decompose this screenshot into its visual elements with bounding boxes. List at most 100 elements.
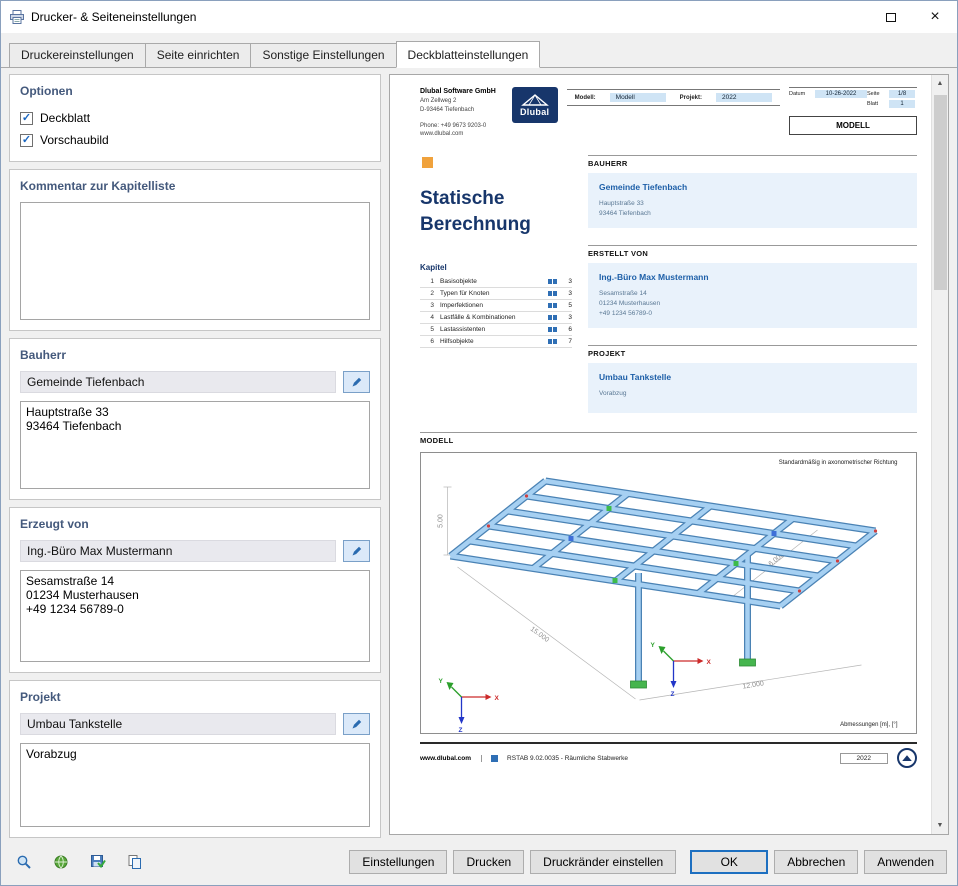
axis-x-label: X bbox=[495, 695, 500, 702]
page-body: Statische Berechnung Kapitel 1 Basisobjek… bbox=[420, 154, 917, 430]
dim-width: 12.000 bbox=[742, 681, 764, 691]
bauherr-edit-button[interactable] bbox=[343, 371, 370, 393]
comment-group: Kommentar zur Kapitelliste bbox=[9, 169, 381, 331]
cancel-button[interactable]: Abbrechen bbox=[774, 850, 859, 874]
dlubal-round-logo bbox=[897, 748, 917, 769]
chapter-icon bbox=[548, 279, 552, 285]
projekt-name-input[interactable] bbox=[20, 713, 336, 735]
sheet-number: 1 bbox=[889, 100, 915, 108]
tab-seite-einrichten[interactable]: Seite einrichten bbox=[144, 43, 252, 67]
bauherr-group: Bauherr Hauptstraße 33 93464 Tiefenbach bbox=[9, 338, 381, 500]
section-erstellt-von: ERSTELLT VON Ing.-Büro Max Mustermann Se… bbox=[588, 245, 917, 329]
check-icon: ✓ bbox=[21, 133, 32, 146]
check-icon: ✓ bbox=[21, 111, 32, 124]
comment-title: Kommentar zur Kapitelliste bbox=[20, 179, 176, 193]
checkbox-deckblatt[interactable]: ✓ Deckblatt bbox=[20, 107, 370, 129]
dim-height: 5.00 bbox=[438, 514, 445, 528]
close-icon: × bbox=[930, 8, 940, 25]
pencil-icon bbox=[352, 377, 361, 387]
print-margins-button[interactable]: Druckränder einstellen bbox=[530, 850, 677, 874]
chapter-icon bbox=[548, 315, 552, 321]
column-support bbox=[630, 680, 647, 689]
tab-druckereinstellungen[interactable]: Druckereinstellungen bbox=[9, 43, 146, 67]
checkbox-vorschaubild[interactable]: ✓ Vorschaubild bbox=[20, 129, 370, 151]
titlebar: Drucker- & Seiteneinstellungen × bbox=[1, 1, 957, 33]
projekt-group: Projekt Vorabzug bbox=[9, 680, 381, 838]
copy-button[interactable] bbox=[122, 850, 148, 874]
axis-y-label: Y bbox=[439, 678, 444, 685]
magnifier-icon bbox=[17, 855, 31, 869]
globe-button[interactable] bbox=[48, 850, 74, 874]
copy-icon bbox=[128, 855, 141, 869]
main-area: Optionen ✓ Deckblatt ✓ Vorschaubild Komm… bbox=[1, 68, 957, 839]
print-page-settings-dialog: Drucker- & Seiteneinstellungen × Drucker… bbox=[0, 0, 958, 886]
dialog-footer: Einstellungen Drucken Druckränder einste… bbox=[1, 839, 957, 885]
save-icon bbox=[91, 855, 106, 869]
chapter-row: 5 Lastassistenten 6 bbox=[420, 324, 572, 337]
tab-sonstige-einstellungen[interactable]: Sonstige Einstellungen bbox=[250, 43, 397, 67]
settings-panel: Optionen ✓ Deckblatt ✓ Vorschaubild Komm… bbox=[9, 74, 381, 838]
checkbox-deckblatt-label: Deckblatt bbox=[40, 111, 91, 125]
scroll-down-button[interactable]: ▼ bbox=[932, 817, 949, 834]
dlubal-truss-icon bbox=[520, 94, 549, 106]
settings-button[interactable]: Einstellungen bbox=[349, 850, 448, 874]
rstab-icon bbox=[491, 754, 499, 762]
erzeugt-von-name-input[interactable] bbox=[20, 540, 336, 562]
chapter-icon bbox=[548, 339, 552, 345]
pencil-icon bbox=[352, 546, 361, 556]
bauherr-title: Bauherr bbox=[20, 348, 67, 362]
chapter-row: 3 Imperfektionen 5 bbox=[420, 300, 572, 313]
save-defaults-button[interactable] bbox=[85, 850, 111, 874]
column-support bbox=[739, 658, 756, 667]
model-3d-drawing: Standardmäßig in axonometrischer Richtun… bbox=[438, 460, 898, 733]
globe-icon bbox=[54, 855, 68, 869]
options-title: Optionen bbox=[20, 84, 73, 98]
projekt-edit-button[interactable] bbox=[343, 713, 370, 735]
ok-button[interactable]: OK bbox=[690, 850, 769, 874]
zoom-button[interactable] bbox=[11, 850, 37, 874]
projekt-title: Projekt bbox=[20, 690, 61, 704]
chapter-row: 4 Lastfälle & Kombinationen 3 bbox=[420, 312, 572, 325]
page-number: 1/8 bbox=[889, 90, 915, 98]
chapter-icon bbox=[548, 303, 552, 309]
bauherr-name-input[interactable] bbox=[20, 371, 336, 393]
bauherr-address-textarea[interactable]: Hauptstraße 33 93464 Tiefenbach bbox=[20, 401, 370, 489]
erzeugt-von-address-textarea[interactable]: Sesamstraße 14 01234 Musterhausen +49 12… bbox=[20, 570, 370, 662]
tab-deckblatteinstellungen[interactable]: Deckblatteinstellungen bbox=[395, 41, 541, 68]
accent-square bbox=[422, 156, 433, 168]
chapter-row: 1 Basisobjekte 3 bbox=[420, 276, 572, 289]
erzeugt-von-title: Erzeugt von bbox=[20, 517, 89, 531]
scroll-up-button[interactable]: ▲ bbox=[932, 75, 949, 92]
doc-type-box: MODELL bbox=[789, 116, 917, 135]
maximize-button[interactable] bbox=[869, 1, 913, 33]
section-bauherr: BAUHERR Gemeinde Tiefenbach Hauptstraße … bbox=[588, 154, 917, 229]
print-button[interactable]: Drucken bbox=[453, 850, 525, 874]
erzeugt-von-edit-button[interactable] bbox=[343, 540, 370, 562]
company-block: Dlubal Software GmbH Am Zellweg 2 D-9346… bbox=[420, 88, 496, 138]
maximize-icon bbox=[886, 12, 896, 22]
close-button[interactable]: × bbox=[913, 1, 957, 33]
apply-button[interactable]: Anwenden bbox=[864, 850, 947, 874]
cover-title: Statische Berechnung bbox=[420, 187, 531, 235]
checkbox-icon[interactable]: ✓ bbox=[20, 111, 33, 125]
tab-strip: Druckereinstellungen Seite einrichten So… bbox=[1, 33, 957, 68]
pencil-icon bbox=[352, 719, 361, 729]
model-value: Modell bbox=[609, 93, 666, 102]
section-projekt: PROJEKT Umbau Tankstelle Vorabzug bbox=[588, 345, 917, 414]
window-title: Drucker- & Seiteneinstellungen bbox=[31, 10, 197, 24]
model-section: MODELL Standardmäßig in axonometrischer … bbox=[420, 432, 917, 735]
scroll-thumb[interactable] bbox=[933, 95, 947, 290]
cover-page-preview: Dlubal Software GmbH Am Zellweg 2 D-9346… bbox=[389, 74, 949, 835]
chapter-row: 2 Typen für Knoten 3 bbox=[420, 288, 572, 301]
projekt-note-textarea[interactable]: Vorabzug bbox=[20, 743, 370, 827]
model-annotation-top: Standardmäßig in axonometrischer Richtun… bbox=[779, 460, 898, 466]
cover-page: Dlubal Software GmbH Am Zellweg 2 D-9346… bbox=[390, 75, 931, 834]
beam-fills bbox=[449, 478, 877, 684]
dim-length: 15.000 bbox=[529, 626, 551, 644]
axes-triad: X Y Z bbox=[439, 678, 500, 733]
comment-textarea[interactable] bbox=[20, 202, 370, 320]
checkbox-icon[interactable]: ✓ bbox=[20, 133, 33, 147]
preview-scrollbar[interactable]: ▲ ▼ bbox=[931, 75, 948, 834]
chapter-list: Kapitel 1 Basisobjekte 3 2 Typen für Knoten… bbox=[420, 263, 578, 349]
chapter-row: 6 Hilfsobjekte 7 bbox=[420, 336, 572, 349]
